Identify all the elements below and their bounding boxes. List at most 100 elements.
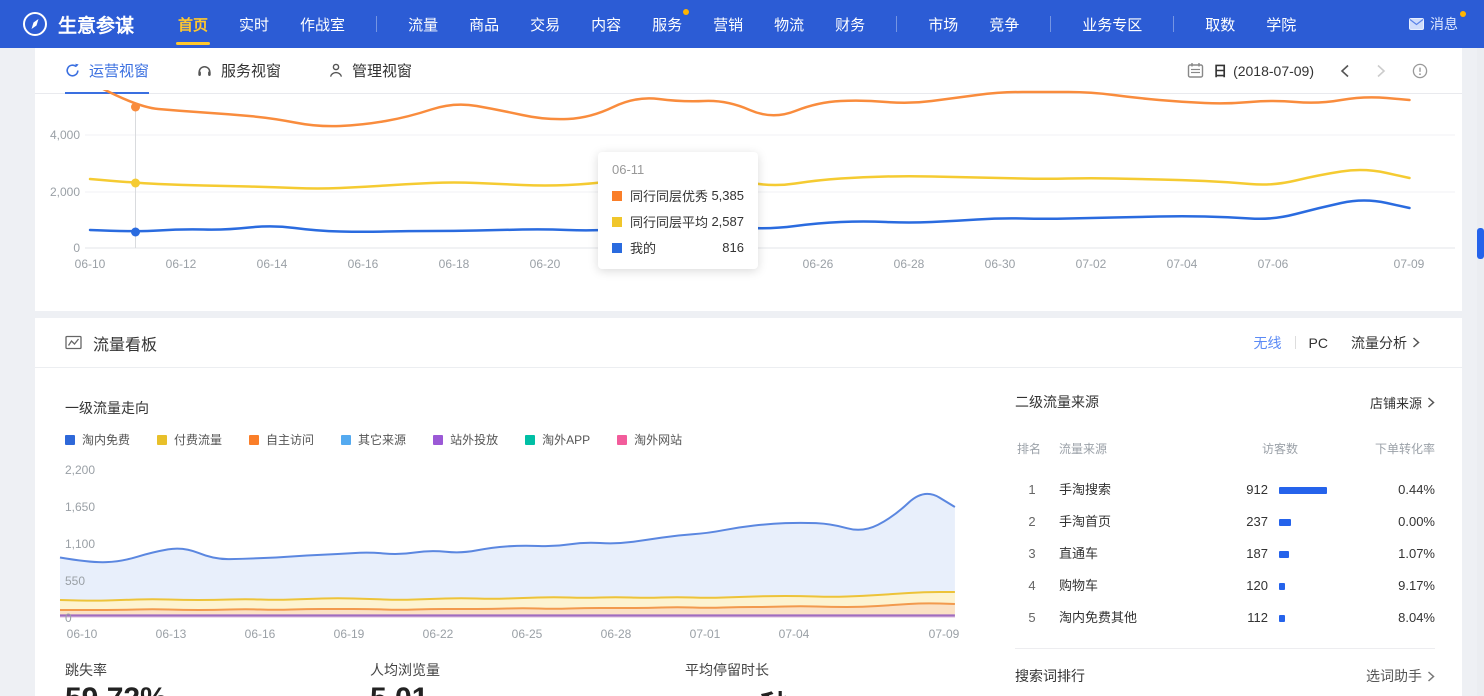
legend-swatch — [433, 435, 443, 445]
nav-item-marketing[interactable]: 营销 — [713, 0, 743, 48]
brand[interactable]: 生意参谋 — [22, 11, 134, 38]
visitors-bar — [1279, 519, 1291, 526]
refresh-icon — [65, 63, 80, 78]
message-button[interactable]: 消息 — [1409, 14, 1458, 34]
area-xtick: 06-10 — [67, 627, 98, 641]
stat-pageviews-label: 人均浏览量 — [370, 660, 440, 680]
scrollbar-track[interactable] — [1477, 48, 1484, 696]
envelope-icon — [1409, 18, 1424, 30]
source-row-4[interactable]: 4 购物车 120 9.17% — [1015, 570, 1435, 602]
search-words-title: 搜索词排行 — [1015, 666, 1085, 686]
nav-item-traffic[interactable]: 流量 — [408, 0, 438, 48]
legend-item[interactable]: 淘内免费 — [65, 431, 130, 448]
nav-item-trade[interactable]: 交易 — [530, 0, 560, 48]
calendar-icon[interactable] — [1187, 62, 1204, 79]
next-date-button-disabled[interactable] — [1376, 64, 1386, 78]
rank: 2 — [1023, 506, 1041, 538]
info-icon[interactable] — [1412, 63, 1428, 79]
area-ytick: 550 — [65, 574, 85, 588]
visitors-bar — [1279, 615, 1285, 622]
conversion-rate: 0.44% — [1398, 474, 1435, 506]
shop-sources-link[interactable]: 店铺来源 — [1370, 393, 1435, 412]
search-words-row: 搜索词排行 选词助手 — [1015, 666, 1435, 686]
primary-traffic-area-chart[interactable] — [55, 468, 960, 620]
scrollbar-thumb[interactable] — [1477, 228, 1484, 259]
legend-item[interactable]: 自主访问 — [249, 431, 314, 448]
series-color-swatch — [612, 191, 622, 201]
tooltip-series-value: 816 — [722, 240, 744, 255]
page: 生意参谋 首页 实时 作战室 流量 商品 交易 内容 服务 营销 物流 财务 市… — [0, 0, 1484, 696]
date-granularity[interactable]: 日 — [1213, 61, 1227, 81]
benchmark-xtick: 06-20 — [530, 257, 561, 271]
legend-item[interactable]: 其它来源 — [341, 431, 406, 448]
toggle-pc[interactable]: PC — [1309, 335, 1328, 351]
overview-card: 运营视窗 服务视窗 管理视窗 — [35, 48, 1462, 311]
nav-item-market[interactable]: 市场 — [928, 0, 958, 48]
visitors-bar — [1279, 551, 1289, 558]
tab-service-viewport[interactable]: 服务视窗 — [197, 48, 281, 94]
traffic-analysis-link[interactable]: 流量分析 — [1351, 333, 1420, 353]
legend-swatch — [525, 435, 535, 445]
nav-item-finance[interactable]: 财务 — [835, 0, 865, 48]
nav-item-business-zone[interactable]: 业务专区 — [1082, 0, 1142, 48]
conversion-rate: 1.07% — [1398, 538, 1435, 570]
legend-swatch — [157, 435, 167, 445]
nav-divider — [1050, 16, 1051, 32]
col-header-visitors: 访客数 — [1190, 440, 1298, 457]
stat-bounce-rate-value: 59.72% — [65, 682, 167, 696]
nav-item-realtime[interactable]: 实时 — [239, 0, 269, 48]
nav-item-content[interactable]: 内容 — [591, 0, 621, 48]
nav-item-academy[interactable]: 学院 — [1266, 0, 1296, 48]
stat-stay-duration-value: 17.49秒 — [685, 682, 790, 696]
conversion-rate: 9.17% — [1398, 570, 1435, 602]
tooltip-series-value: 2,587 — [711, 214, 744, 229]
area-xtick: 06-13 — [156, 627, 187, 641]
nav-item-goods[interactable]: 商品 — [469, 0, 499, 48]
tooltip-row: 同行同层优秀 5,385 — [612, 186, 744, 205]
primary-traffic-title: 一级流量走向 — [65, 398, 149, 418]
nav-item-service-label: 服务 — [652, 14, 682, 35]
area-xtick: 06-28 — [601, 627, 632, 641]
date-value[interactable]: (2018-07-09) — [1233, 63, 1314, 79]
tab-operation-viewport[interactable]: 运营视窗 — [65, 48, 149, 94]
legend-item[interactable]: 站外投放 — [433, 431, 498, 448]
legend-swatch — [65, 435, 75, 445]
nav-item-home[interactable]: 首页 — [178, 0, 208, 48]
source-row-5[interactable]: 5 淘内免费其他 112 8.04% — [1015, 602, 1435, 634]
legend-item[interactable]: 付费流量 — [157, 431, 222, 448]
nav-item-logistics[interactable]: 物流 — [774, 0, 804, 48]
visitors: 112 — [1190, 602, 1268, 634]
benchmark-xtick: 07-02 — [1076, 257, 1107, 271]
visitors: 237 — [1190, 506, 1268, 538]
secondary-sources-title: 二级流量来源 — [1015, 392, 1099, 412]
nav-item-warroom[interactable]: 作战室 — [300, 0, 345, 48]
message-label: 消息 — [1430, 14, 1458, 34]
source-row-1[interactable]: 1 手淘搜索 912 0.44% — [1015, 474, 1435, 506]
area-xtick: 07-01 — [690, 627, 721, 641]
nav-item-service[interactable]: 服务 — [652, 0, 682, 48]
brand-name: 生意参谋 — [58, 11, 134, 38]
chevron-right-icon — [1412, 337, 1420, 348]
traffic-board-header: 流量看板 无线 PC 流量分析 — [35, 318, 1462, 368]
tab-management-viewport[interactable]: 管理视窗 — [329, 48, 412, 94]
source-row-3[interactable]: 3 直通车 187 1.07% — [1015, 538, 1435, 570]
line-chart-icon — [65, 334, 82, 351]
nav-item-data-fetch[interactable]: 取数 — [1205, 0, 1235, 48]
area-chart-legend: 淘内免费 付费流量 自主访问 其它来源 站外投放 淘外APP 淘外网站 — [65, 431, 682, 448]
legend-label: 淘外APP — [542, 431, 590, 448]
legend-item[interactable]: 淘外网站 — [617, 431, 682, 448]
nav-item-competition[interactable]: 竞争 — [989, 0, 1019, 48]
source-name: 手淘首页 — [1059, 506, 1111, 538]
legend-item[interactable]: 淘外APP — [525, 431, 590, 448]
toggle-wireless[interactable]: 无线 — [1254, 333, 1282, 353]
tooltip-series-label: 我的 — [630, 238, 656, 257]
prev-date-button[interactable] — [1340, 64, 1350, 78]
area-ytick: 1,100 — [65, 537, 95, 551]
stat-bounce-rate-label: 跳失率 — [65, 660, 107, 680]
source-row-2[interactable]: 2 手淘首页 237 0.00% — [1015, 506, 1435, 538]
person-icon — [329, 63, 343, 78]
benchmark-xtick: 06-26 — [803, 257, 834, 271]
tab-label: 管理视窗 — [352, 60, 412, 81]
word-helper-link[interactable]: 选词助手 — [1366, 666, 1435, 686]
secondary-sources-header: 二级流量来源 店铺来源 — [1015, 392, 1435, 412]
